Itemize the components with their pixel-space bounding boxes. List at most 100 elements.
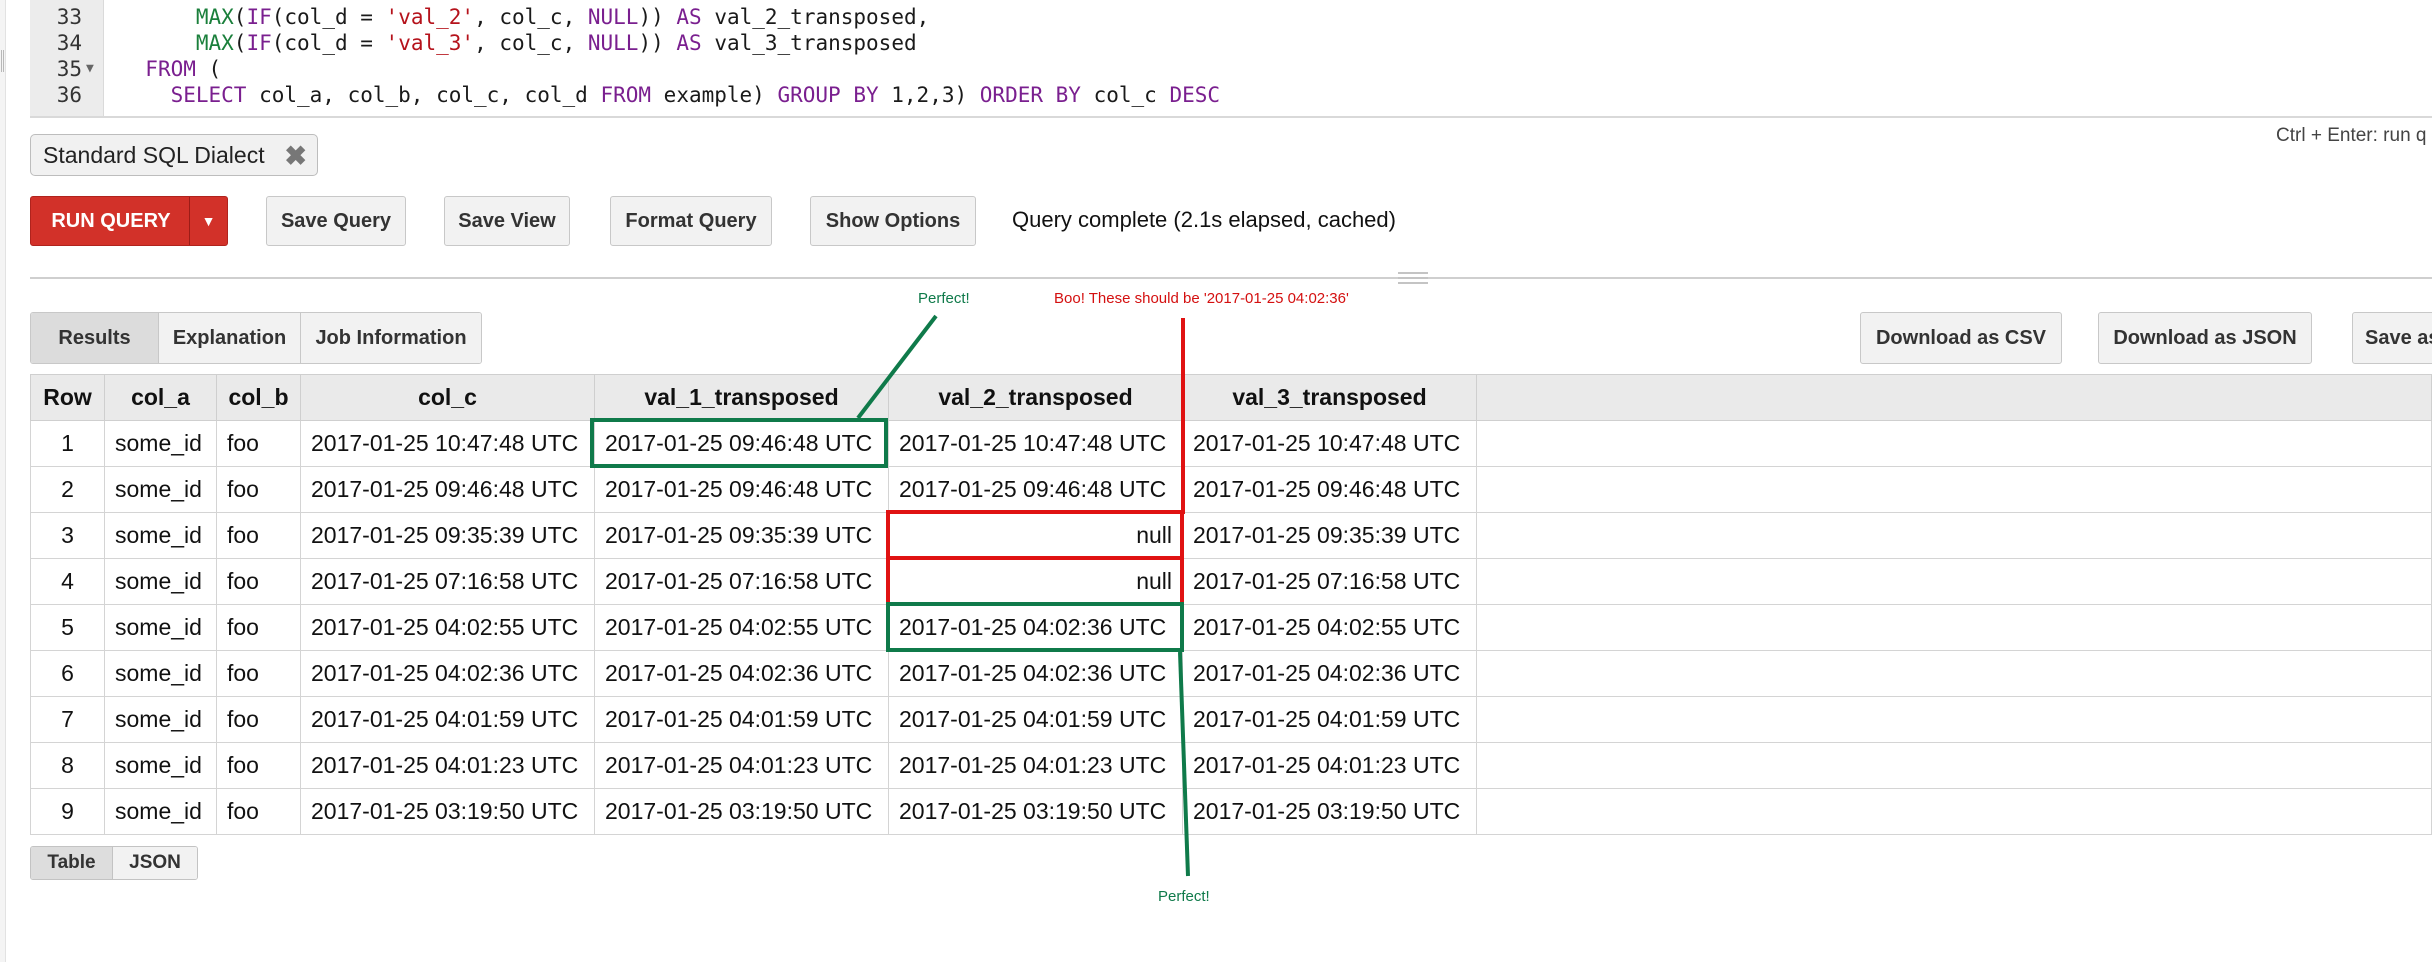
table-cell: 2017-01-25 09:46:48 UTC	[888, 466, 1183, 513]
column-header-val-1-transposed[interactable]: val_1_transposed	[594, 374, 889, 421]
annotation-boo: Boo! These should be '2017-01-25 04:02:3…	[1054, 290, 1349, 307]
line-number: 35	[56, 57, 82, 81]
save-query-button[interactable]: Save Query	[266, 196, 406, 246]
shortcut-hint: Ctrl + Enter: run q	[2276, 125, 2427, 146]
table-cell: 2017-01-25 07:16:58 UTC	[300, 558, 595, 605]
table-cell: 9	[30, 788, 105, 835]
code-token: , col_c,	[474, 5, 588, 29]
table-cell: 2017-01-25 03:19:50 UTC	[300, 788, 595, 835]
fold-toggle-icon[interactable]: ▼	[86, 56, 94, 82]
table-cell: 7	[30, 696, 105, 743]
code-text: MAX(IF(col_d = 'val_3', col_c, NULL)) AS…	[120, 30, 917, 56]
download-json-button[interactable]: Download as JSON	[2098, 312, 2312, 364]
table-cell: 4	[30, 558, 105, 605]
table-cell: some_id	[104, 788, 217, 835]
save-view-button[interactable]: Save View	[444, 196, 570, 246]
table-cell: foo	[216, 466, 301, 513]
code-token: (	[195, 57, 222, 81]
row-filler	[1476, 788, 2432, 835]
run-query-label: RUN QUERY	[51, 209, 171, 232]
row-filler	[1476, 420, 2432, 467]
dialect-chip: Standard SQL Dialect ✖	[30, 134, 318, 176]
table-cell: 2017-01-25 04:02:36 UTC	[594, 650, 889, 697]
table-cell: some_id	[104, 512, 217, 559]
close-icon[interactable]: ✖	[284, 141, 307, 172]
table-cell: 2017-01-25 04:02:55 UTC	[594, 604, 889, 651]
code-token: , col_c,	[474, 31, 588, 55]
column-header-col-a[interactable]: col_a	[104, 374, 217, 421]
left-resize-handle[interactable]	[1, 50, 4, 72]
save-as-button[interactable]: Save as	[2352, 312, 2432, 364]
table-cell: some_id	[104, 466, 217, 513]
code-token: col_a, col_b, col_c, col_d	[246, 83, 601, 107]
table-row: 3 some_id foo 2017-01-25 09:35:39 UTC 2017-0…	[30, 512, 2432, 559]
run-query-button[interactable]: RUN QUERY ▼	[30, 196, 228, 246]
result-tabs: Results Explanation Job Information	[30, 312, 482, 364]
table-cell: 2017-01-25 04:02:55 UTC	[300, 604, 595, 651]
panel-resize-handle[interactable]	[1398, 272, 1428, 284]
table-cell: 2017-01-25 03:19:50 UTC	[1182, 788, 1477, 835]
tab-explanation[interactable]: Explanation	[159, 313, 301, 363]
table-cell: 2017-01-25 04:01:59 UTC	[888, 696, 1183, 743]
code-token: 'val_3'	[385, 31, 475, 55]
table-header-row: Row col_a col_b col_c val_1_transposed val_2_…	[30, 374, 2432, 421]
table-cell: 2017-01-25 04:01:23 UTC	[1182, 742, 1477, 789]
row-filler	[1476, 696, 2432, 743]
tab-job-information[interactable]: Job Information	[301, 313, 481, 363]
annotation-perfect-top: Perfect!	[918, 290, 970, 307]
download-csv-button[interactable]: Download as CSV	[1860, 312, 2062, 364]
row-filler	[1476, 742, 2432, 789]
table-row: 2 some_id foo 2017-01-25 09:46:48 UTC 2017-0…	[30, 466, 2432, 513]
table-cell: foo	[216, 558, 301, 605]
dialect-label: Standard SQL Dialect	[43, 141, 265, 168]
line-number: 34	[56, 31, 82, 55]
table-cell: 2017-01-25 03:19:50 UTC	[888, 788, 1183, 835]
table-cell: 2017-01-25 04:01:59 UTC	[594, 696, 889, 743]
show-options-button[interactable]: Show Options	[810, 196, 976, 246]
table-cell: 2017-01-25 09:35:39 UTC	[300, 512, 595, 559]
table-row: 8 some_id foo 2017-01-25 04:01:23 UTC 2017-0…	[30, 742, 2432, 789]
table-cell: foo	[216, 512, 301, 559]
table-cell: 3	[30, 512, 105, 559]
format-query-button[interactable]: Format Query	[610, 196, 772, 246]
column-header-row[interactable]: Row	[30, 374, 105, 421]
column-header-val-2-transposed[interactable]: val_2_transposed	[888, 374, 1183, 421]
table-cell: 2017-01-25 04:01:23 UTC	[300, 742, 595, 789]
row-filler	[1476, 558, 2432, 605]
table-cell: 2017-01-25 04:01:59 UTC	[1182, 696, 1477, 743]
row-filler	[1476, 650, 2432, 697]
code-token: col_c	[1080, 83, 1170, 107]
column-header-val-3-transposed[interactable]: val_3_transposed	[1182, 374, 1477, 421]
table-row: 6 some_id foo 2017-01-25 04:02:36 UTC 2017-0…	[30, 650, 2432, 697]
code-token: FROM	[145, 57, 196, 81]
column-header-col-b[interactable]: col_b	[216, 374, 301, 421]
table-row: 5 some_id foo 2017-01-25 04:02:55 UTC 2017-0…	[30, 604, 2432, 651]
table-cell: 2017-01-25 09:46:48 UTC	[594, 466, 889, 513]
code-token: example)	[651, 83, 778, 107]
column-header-col-c[interactable]: col_c	[300, 374, 595, 421]
table-cell: some_id	[104, 420, 217, 467]
view-tab-table[interactable]: Table	[31, 847, 113, 879]
table-cell: 2017-01-25 10:47:48 UTC	[300, 420, 595, 467]
annotation-perfect-bottom: Perfect!	[1158, 888, 1210, 905]
panel-divider	[30, 277, 2432, 279]
run-options-dropdown-icon[interactable]: ▼	[189, 197, 227, 245]
line-number: 33	[56, 5, 82, 29]
view-mode-tabs: Table JSON	[30, 846, 198, 880]
code-token: val_3_transposed	[701, 31, 917, 55]
table-cell: 2	[30, 466, 105, 513]
query-status: Query complete (2.1s elapsed, cached)	[1012, 207, 1396, 232]
tab-results[interactable]: Results	[31, 313, 159, 363]
highlight-box-row1-val1	[590, 418, 888, 468]
sql-editor[interactable]: 33 MAX(IF(col_d = 'val_2', col_c, NULL))…	[30, 0, 2432, 118]
code-token: AS	[676, 31, 702, 55]
code-token: 1,2,3)	[878, 83, 980, 107]
table-cell: 2017-01-25 10:47:48 UTC	[888, 420, 1183, 467]
table-cell: 1	[30, 420, 105, 467]
code-token: (	[233, 31, 247, 55]
view-tab-json[interactable]: JSON	[113, 847, 197, 879]
table-row: 7 some_id foo 2017-01-25 04:01:59 UTC 2017-0…	[30, 696, 2432, 743]
header-filler	[1476, 374, 2432, 421]
table-cell: 8	[30, 742, 105, 789]
